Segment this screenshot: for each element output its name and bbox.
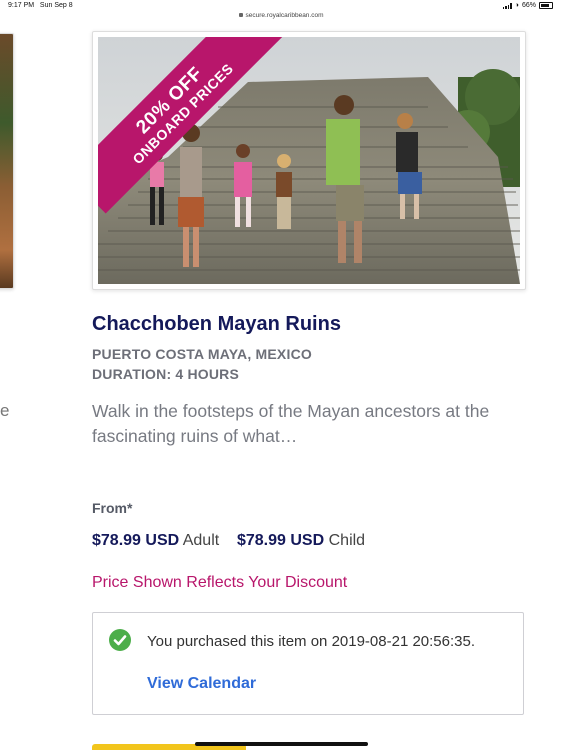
status-time: 9:17 PM <box>8 2 35 9</box>
home-indicator[interactable] <box>195 742 368 746</box>
from-label: From* <box>92 500 133 516</box>
battery-icon <box>539 2 553 9</box>
purchase-confirmation-box: You purchased this item on 2019-08-21 20… <box>92 612 524 715</box>
status-indicators: ◑ 66% <box>502 2 553 9</box>
tour-image-card[interactable]: 20% OFF ONBOARD PRICES <box>92 31 526 290</box>
discount-note: Price Shown Reflects Your Discount <box>92 574 348 591</box>
tour-description: Walk in the footsteps of the Mayan ances… <box>92 401 490 446</box>
status-bar: 9:17 PM Sun Sep 8 ◑ 66% <box>0 0 563 10</box>
status-time-date: 9:17 PM Sun Sep 8 <box>8 2 73 9</box>
purchase-message: You purchased this item on 2019-08-21 20… <box>147 633 476 650</box>
address-bar[interactable]: secure.royalcaribbean.com <box>0 12 563 19</box>
view-calendar-link[interactable]: View Calendar <box>147 675 256 693</box>
check-circle-icon <box>109 629 131 651</box>
price-row: $78.99 USD Adult $78.99 USD Child <box>92 532 365 550</box>
ruins-photo-illustration <box>98 37 520 284</box>
cellular-signal-icon <box>502 2 512 9</box>
status-date: Sun Sep 8 <box>39 2 73 9</box>
adult-price: $78.99 USD <box>92 532 180 549</box>
previous-card-text: e <box>0 401 10 420</box>
tour-location: PUERTO COSTA MAYA, MEXICO <box>92 346 312 362</box>
tour-photo: 20% OFF ONBOARD PRICES <box>98 37 520 284</box>
wifi-icon: ◑ <box>514 2 519 9</box>
battery-percent: 66% <box>521 2 536 9</box>
lock-icon <box>239 13 244 18</box>
adult-label: Adult <box>182 532 220 549</box>
tour-duration: DURATION: 4 HOURS <box>92 366 240 382</box>
child-label: Child <box>328 532 366 549</box>
tour-title[interactable]: Chacchoben Mayan Ruins <box>92 313 341 336</box>
child-price: $78.99 USD <box>236 532 325 549</box>
url-text: secure.royalcaribbean.com <box>245 12 324 19</box>
previous-tour-card[interactable] <box>0 33 14 289</box>
